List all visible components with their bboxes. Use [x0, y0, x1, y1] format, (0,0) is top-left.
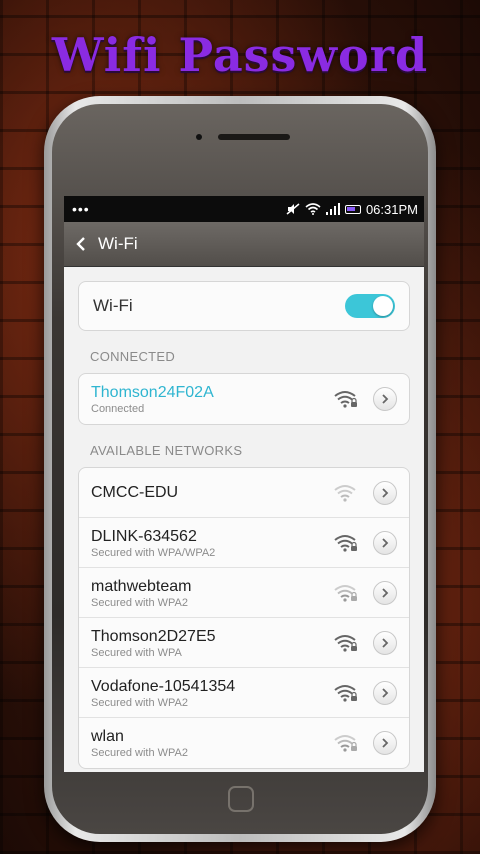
network-security: Secured with WPA/WPA2 — [91, 546, 216, 559]
notification-dots: ••• — [72, 201, 90, 217]
network-security: Secured with WPA2 — [91, 696, 189, 709]
wifi-signal-strong-lock-icon — [334, 634, 357, 652]
app-bar: Wi-Fi — [64, 222, 424, 267]
wifi-signal-weak-lock-icon — [334, 735, 357, 752]
network-row[interactable]: wlan Secured with WPA2 — [79, 718, 409, 768]
chevron-right-icon — [382, 637, 389, 648]
network-row[interactable]: DLINK-634562 Secured with WPA/WPA2 — [79, 518, 409, 568]
wifi-toggle-switch[interactable] — [345, 294, 395, 318]
network-name: DLINK-634562 — [91, 527, 197, 545]
status-time: 06:31PM — [365, 201, 418, 217]
wifi-settings-content: Wi-Fi CONNECTED Thomson24F02A Connected — [64, 267, 424, 769]
network-details-button[interactable] — [373, 630, 397, 655]
network-details-button[interactable] — [373, 731, 397, 755]
home-button[interactable] — [228, 786, 254, 812]
network-details-button[interactable] — [373, 530, 397, 555]
network-name: Thomson2D27E5 — [91, 627, 216, 645]
network-row[interactable]: Vodafone-10541354 Secured with WPA2 — [79, 668, 409, 718]
front-camera — [196, 134, 202, 140]
wifi-signal-strong-icon — [334, 391, 357, 408]
page-title: Wi-Fi — [98, 234, 138, 253]
phone-body: ••• 06:31PM Wi-Fi Wi-Fi CONNECTED Thomso… — [52, 104, 428, 834]
wifi-signal-strong-lock-icon — [334, 534, 357, 552]
chevron-right-icon — [382, 394, 389, 404]
network-row[interactable]: mathwebteam Secured with WPA2 — [79, 568, 409, 618]
network-details-button[interactable] — [373, 680, 397, 705]
promo-title: Wifi Password — [51, 28, 429, 82]
network-name: CMCC-EDU — [91, 484, 179, 501]
wifi-signal-weak-lock-icon — [334, 584, 357, 602]
chevron-right-icon — [382, 487, 389, 498]
back-button[interactable] — [64, 222, 98, 266]
available-networks-list: CMCC-EDU DLINK-634562 Secured with WPA/W… — [78, 467, 410, 769]
network-status: Connected — [91, 403, 145, 415]
connected-card: Thomson24F02A Connected — [78, 373, 410, 425]
network-name: Vodafone-10541354 — [91, 677, 236, 695]
wifi-toggle-label: Wi-Fi — [93, 296, 133, 315]
network-security: Secured with WPA — [91, 646, 182, 659]
toggle-knob — [373, 296, 393, 316]
network-name: wlan — [91, 728, 124, 745]
network-security: Secured with WPA2 — [91, 747, 189, 759]
network-details-button[interactable] — [373, 580, 397, 605]
wifi-signal-weak-icon — [334, 484, 356, 502]
chevron-left-icon — [76, 237, 85, 251]
network-name: Thomson24F02A — [91, 384, 214, 401]
wifi-signal-strong-lock-icon — [334, 684, 357, 702]
chevron-right-icon — [382, 587, 389, 598]
network-row[interactable]: CMCC-EDU — [79, 468, 409, 518]
wifi-status-icon — [305, 203, 321, 215]
chevron-right-icon — [382, 537, 389, 548]
chevron-right-icon — [382, 738, 389, 748]
status-bar: ••• 06:31PM — [64, 196, 424, 222]
phone-screen: ••• 06:31PM Wi-Fi Wi-Fi CONNECTED Thomso… — [64, 196, 424, 772]
wifi-toggle-row[interactable]: Wi-Fi — [78, 281, 410, 331]
cell-signal-icon — [325, 203, 340, 215]
network-security: Secured with WPA2 — [91, 596, 189, 609]
phone-frame: ••• 06:31PM Wi-Fi Wi-Fi CONNECTED Thomso… — [44, 96, 436, 842]
battery-icon — [344, 204, 361, 214]
network-row[interactable]: Thomson2D27E5 Secured with WPA — [79, 618, 409, 668]
connected-header: CONNECTED — [90, 349, 176, 364]
chevron-right-icon — [382, 687, 389, 698]
network-name: mathwebteam — [91, 577, 192, 595]
network-details-button[interactable] — [373, 480, 397, 505]
earpiece-speaker — [218, 134, 290, 140]
network-details-button[interactable] — [373, 387, 397, 411]
mute-icon — [286, 203, 300, 215]
available-networks-header: AVAILABLE NETWORKS — [90, 443, 243, 458]
connected-network-row[interactable]: Thomson24F02A Connected — [79, 374, 409, 424]
